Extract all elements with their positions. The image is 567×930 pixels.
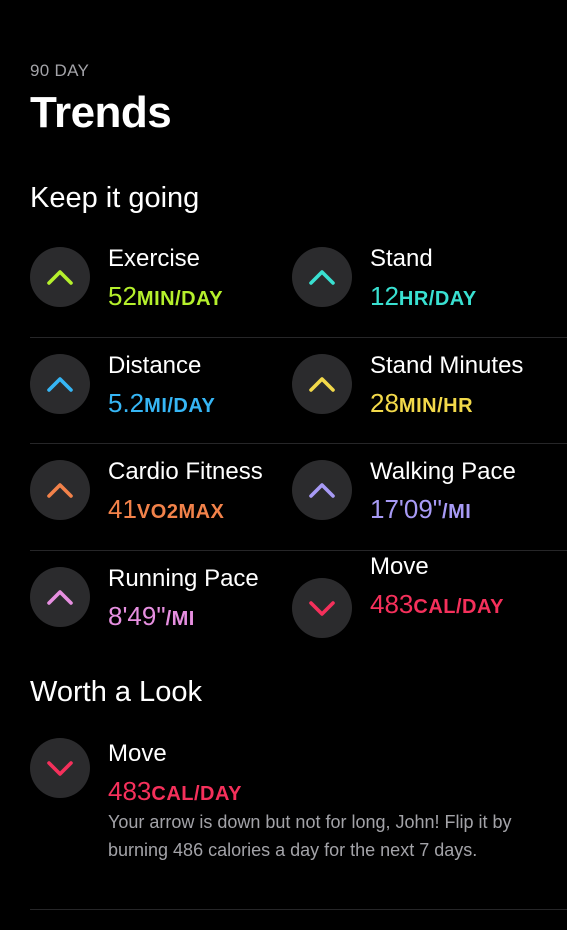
trend-value-number: 52 bbox=[108, 281, 137, 311]
trend-label: Running Pace bbox=[108, 564, 259, 592]
trend-value-number: 483 bbox=[370, 588, 414, 619]
trend-description: Your arrow is down but not for long, Joh… bbox=[108, 812, 512, 860]
trend-label: Cardio Fitness bbox=[108, 458, 263, 485]
trend-value: 52MIN/DAY bbox=[108, 281, 223, 312]
chevron-down-icon bbox=[292, 577, 352, 638]
trend-row: Distance 5.2MI/DAY Stand Minutes 28MIN/HR bbox=[30, 336, 567, 444]
trend-value-number: 5.2 bbox=[108, 387, 145, 418]
trend-value-unit: MIN/HR bbox=[398, 394, 474, 417]
trend-value-number: 41 bbox=[108, 494, 137, 524]
trend-label: Distance bbox=[108, 351, 202, 379]
trend-row: Cardio Fitness 41VO2MAX Walking Pace 17'09"… bbox=[30, 443, 567, 550]
period-label: 90 DAY bbox=[30, 61, 90, 80]
trend-value-unit: HR/DAY bbox=[398, 288, 477, 310]
chevron-up-icon bbox=[30, 460, 90, 520]
page-title: Trends bbox=[30, 88, 172, 137]
chevron-up-icon bbox=[292, 247, 352, 307]
trend-value-unit: MIN/DAY bbox=[136, 288, 224, 310]
trend-value: 41VO2MAX bbox=[108, 494, 224, 525]
worth-a-look-item[interactable]: Move 483CAL/DAY Your arrow is down but n… bbox=[30, 726, 550, 910]
trend-value-number: 12 bbox=[370, 281, 399, 311]
trend-value: 483CAL/DAY bbox=[108, 776, 242, 807]
section-title-keep-going: Keep it going bbox=[30, 182, 200, 214]
chevron-down-icon bbox=[30, 738, 90, 798]
trend-item-walking-pace[interactable]: Walking Pace 17'09"/MI bbox=[292, 443, 554, 549]
trend-value: 12HR/DAY bbox=[370, 281, 477, 312]
trend-label: Move bbox=[108, 740, 167, 767]
chevron-up-icon bbox=[30, 247, 90, 307]
trend-item-distance[interactable]: Distance 5.2MI/DAY bbox=[30, 337, 292, 443]
trend-value-unit: MI/DAY bbox=[144, 394, 216, 417]
trend-label: Stand bbox=[370, 245, 433, 272]
trend-item-cardio-fitness[interactable]: Cardio Fitness 41VO2MAX bbox=[30, 443, 292, 549]
trend-value-unit: CAL/DAY bbox=[413, 595, 504, 618]
trends-page: 90 DAY Trends Keep it going Exercise 52MI… bbox=[0, 0, 567, 930]
trends-grid: Exercise 52MIN/DAY Stand 12HR/DAY Distance 5.… bbox=[30, 230, 567, 656]
trend-value-unit: CAL/DAY bbox=[151, 783, 242, 805]
trend-value: 5.2MI/DAY bbox=[108, 388, 215, 419]
section-title-worth-a-look: Worth a Look bbox=[30, 676, 202, 708]
trend-item-exercise[interactable]: Exercise 52MIN/DAY bbox=[30, 230, 292, 336]
chevron-up-icon bbox=[292, 460, 352, 520]
trend-item-stand-minutes[interactable]: Stand Minutes 28MIN/HR bbox=[292, 337, 554, 443]
trend-row: Running Pace 8'49"/MI Move 483CAL/DAY bbox=[30, 549, 567, 657]
trend-value: 17'09"/MI bbox=[370, 494, 471, 525]
chevron-up-icon bbox=[30, 353, 90, 414]
trend-value: 8'49"/MI bbox=[108, 601, 195, 632]
trend-item-running-pace[interactable]: Running Pace 8'49"/MI bbox=[30, 550, 292, 656]
trend-value-number: 17'09" bbox=[370, 494, 443, 524]
trend-label: Stand Minutes bbox=[370, 351, 524, 379]
chevron-up-icon bbox=[30, 566, 90, 627]
trend-value: 483CAL/DAY bbox=[370, 589, 504, 620]
trend-value-number: 8'49" bbox=[108, 600, 166, 631]
trend-item-stand[interactable]: Stand 12HR/DAY bbox=[292, 230, 554, 336]
trend-label: Move bbox=[370, 552, 429, 580]
divider bbox=[30, 909, 567, 910]
trend-value-unit: VO2MAX bbox=[136, 501, 225, 523]
chevron-up-icon bbox=[292, 353, 352, 414]
trend-row: Exercise 52MIN/DAY Stand 12HR/DAY bbox=[30, 230, 567, 337]
trend-item-move[interactable]: Move 483CAL/DAY bbox=[292, 550, 554, 656]
trend-value-number: 28 bbox=[370, 387, 399, 418]
trend-label: Exercise bbox=[108, 245, 201, 272]
trend-value: 28MIN/HR bbox=[370, 388, 473, 419]
trend-label: Walking Pace bbox=[370, 458, 516, 485]
trend-value-number: 483 bbox=[108, 776, 152, 806]
trend-value-unit: /MI bbox=[442, 501, 472, 523]
trend-value-unit: /MI bbox=[165, 607, 195, 630]
